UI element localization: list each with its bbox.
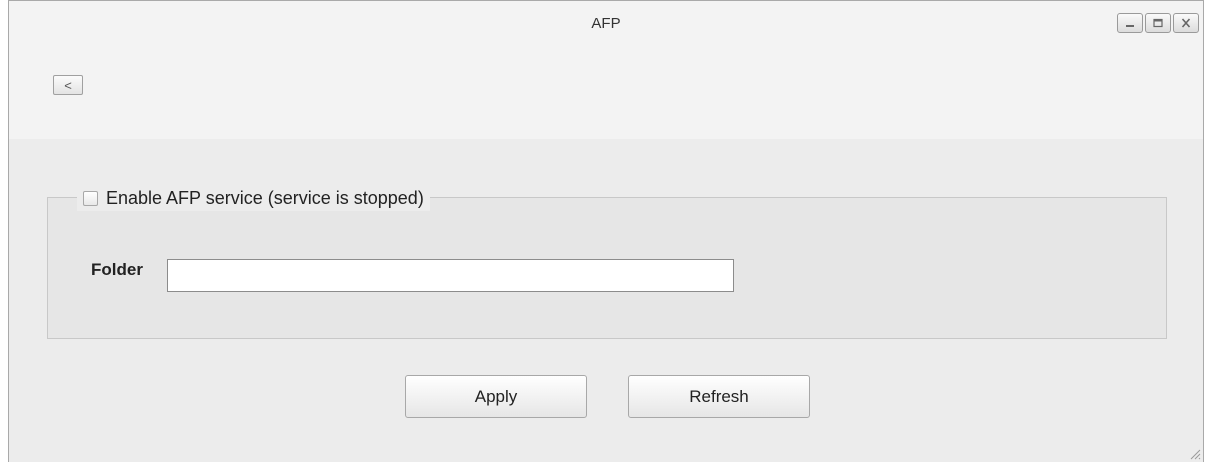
window-title: AFP: [591, 15, 621, 32]
afp-window: AFP < Enable AFP service (service is sto…: [8, 0, 1204, 462]
maximize-icon: [1153, 18, 1163, 28]
apply-button[interactable]: Apply: [405, 375, 587, 418]
enable-service-row: Enable AFP service (service is stopped): [77, 185, 430, 211]
close-icon: [1181, 18, 1191, 28]
minimize-icon: [1126, 25, 1134, 27]
minimize-button[interactable]: [1117, 13, 1143, 33]
close-button[interactable]: [1173, 13, 1199, 33]
resize-grip-icon[interactable]: [1187, 446, 1201, 460]
folder-input[interactable]: [167, 259, 734, 292]
refresh-button[interactable]: Refresh: [628, 375, 810, 418]
window-controls: [1117, 13, 1199, 33]
enable-afp-label: Enable AFP service (service is stopped): [106, 187, 424, 208]
maximize-button[interactable]: [1145, 13, 1171, 33]
back-button-label: <: [64, 77, 72, 93]
enable-afp-checkbox[interactable]: [83, 190, 98, 206]
folder-label: Folder: [91, 260, 143, 279]
back-button[interactable]: <: [53, 75, 83, 95]
window-header: AFP <: [9, 1, 1203, 139]
